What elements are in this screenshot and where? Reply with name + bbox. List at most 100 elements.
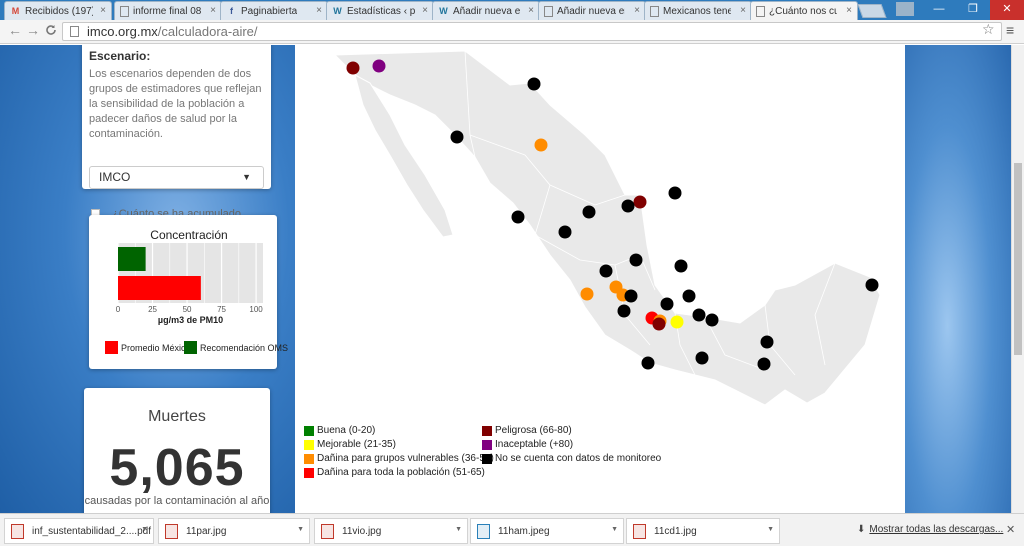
mexico-map[interactable] xyxy=(295,45,905,423)
bar-1 xyxy=(118,276,201,300)
forward-button[interactable]: → xyxy=(24,22,42,38)
chevron-down-icon[interactable]: ▼ xyxy=(455,526,462,533)
download-item[interactable]: 11par.jpg ▼ xyxy=(158,518,310,544)
url-path: /calculadora-aire/ xyxy=(157,24,258,39)
download-item[interactable]: 11vio.jpg ▼ xyxy=(314,518,468,544)
monitoring-station-dot[interactable] xyxy=(624,289,638,303)
map-legend-swatch xyxy=(482,425,492,436)
tab-strip: M Recibidos (197) × informe final 08 × f Pagin… xyxy=(0,0,1024,20)
address-bar[interactable]: imco.org.mx/calculadora-aire/ xyxy=(62,22,1002,41)
download-item[interactable]: inf_sustentabilidad_2....pdf ▼ xyxy=(4,518,154,544)
page-scrollbar[interactable] xyxy=(1011,45,1024,513)
legend-swatch-oms xyxy=(184,341,197,354)
x-tick-label: 50 xyxy=(183,305,192,314)
monitoring-station-dot[interactable] xyxy=(629,253,643,267)
close-tab-icon[interactable]: × xyxy=(210,5,216,16)
tab-label: Añadir nueva e xyxy=(453,5,521,17)
download-filename: 11ham.jpeg xyxy=(498,525,550,537)
show-all-label: Mostrar todas las descargas... xyxy=(869,524,1004,535)
x-tick-label: 0 xyxy=(116,305,121,314)
monitoring-station-dot[interactable] xyxy=(599,264,613,278)
image-icon xyxy=(633,523,646,539)
close-tab-icon[interactable]: × xyxy=(740,5,746,16)
close-downloads-button[interactable]: ✕ xyxy=(1006,523,1015,536)
tab-7[interactable]: ¿Cuánto nos cue × xyxy=(750,1,858,20)
monitoring-station-dot[interactable] xyxy=(346,61,360,75)
monitoring-station-dot[interactable] xyxy=(582,205,596,219)
close-tab-icon[interactable]: × xyxy=(846,5,852,16)
monitoring-station-dot[interactable] xyxy=(641,356,655,370)
monitoring-station-dot[interactable] xyxy=(865,278,879,292)
reload-button[interactable] xyxy=(42,24,60,39)
monitoring-station-dot[interactable] xyxy=(670,315,684,329)
close-window-button[interactable]: ✕ xyxy=(990,0,1024,20)
page-icon xyxy=(70,26,79,37)
monitoring-station-dot[interactable] xyxy=(534,138,548,152)
monitoring-station-dot[interactable] xyxy=(695,351,709,365)
monitoring-station-dot[interactable] xyxy=(450,130,464,144)
tab-3[interactable]: W Estadísticas ‹ pa × xyxy=(326,1,434,20)
minimize-button[interactable]: — xyxy=(922,0,956,20)
downloads-bar: inf_sustentabilidad_2....pdf ▼ 11par.jpg ▼ 1… xyxy=(0,513,1024,546)
monitoring-station-dot[interactable] xyxy=(705,313,719,327)
map-legend-swatch xyxy=(304,439,314,450)
back-button[interactable]: ← xyxy=(6,22,24,38)
show-all-downloads-link[interactable]: ⬇ Mostrar todas las descargas... xyxy=(857,524,1003,535)
monitoring-station-dot[interactable] xyxy=(674,259,688,273)
concentration-chart: 0 25 50 75 100 µg/m3 de PM10 xyxy=(116,243,263,325)
new-tab-button[interactable] xyxy=(857,4,887,18)
tab-4[interactable]: W Añadir nueva e × xyxy=(432,1,540,20)
legend-promedio: Promedio México xyxy=(105,341,191,354)
monitoring-station-dot[interactable] xyxy=(511,210,525,224)
close-tab-icon[interactable]: × xyxy=(528,5,534,16)
close-tab-icon[interactable]: × xyxy=(316,5,322,16)
monitoring-station-dot[interactable] xyxy=(660,297,674,311)
monitoring-station-dot[interactable] xyxy=(692,308,706,322)
map-legend-label: Inaceptable (+80) xyxy=(495,439,574,450)
monitoring-station-dot[interactable] xyxy=(633,195,647,209)
chevron-down-icon[interactable]: ▼ xyxy=(297,526,304,533)
monitoring-station-dot[interactable] xyxy=(621,199,635,213)
monitoring-station-dot[interactable] xyxy=(580,287,594,301)
close-tab-icon[interactable]: × xyxy=(634,5,640,16)
tab-label: Estadísticas ‹ pa xyxy=(347,5,415,17)
monitoring-station-dot[interactable] xyxy=(558,225,572,239)
monitoring-station-dot[interactable] xyxy=(372,59,386,73)
restore-button[interactable]: ❐ xyxy=(956,0,990,20)
scenario-select[interactable]: IMCO ▼ xyxy=(89,166,264,189)
image-icon xyxy=(321,523,334,539)
chevron-down-icon[interactable]: ▼ xyxy=(141,526,148,533)
tab-6[interactable]: Mexicanos tene × xyxy=(644,1,752,20)
tab-0[interactable]: M Recibidos (197) × xyxy=(4,1,112,20)
tab-2[interactable]: f Paginabierta × xyxy=(220,1,328,20)
legend-swatch-promedio xyxy=(105,341,118,354)
bookmark-star-icon[interactable]: ☆ xyxy=(982,21,995,38)
download-item[interactable]: 11cd1.jpg ▼ xyxy=(626,518,780,544)
close-tab-icon[interactable]: × xyxy=(100,5,106,16)
monitoring-station-dot[interactable] xyxy=(682,289,696,303)
chevron-down-icon[interactable]: ▼ xyxy=(767,526,774,533)
facebook-icon: f xyxy=(230,5,233,16)
monitoring-station-dot[interactable] xyxy=(617,304,631,318)
map-legend-swatch xyxy=(304,467,314,478)
monitoring-station-dot[interactable] xyxy=(757,357,771,371)
wordpress-icon: W xyxy=(333,5,342,16)
tab-1[interactable]: informe final 08 × xyxy=(114,1,222,20)
pdf-icon xyxy=(11,523,24,539)
map-land xyxy=(333,50,881,406)
close-tab-icon[interactable]: × xyxy=(422,5,428,16)
tab-5[interactable]: Añadir nueva en × xyxy=(538,1,646,20)
document-icon xyxy=(756,5,765,17)
user-profile-icon[interactable] xyxy=(896,2,914,16)
monitoring-station-dot[interactable] xyxy=(652,317,666,331)
download-item[interactable]: 11ham.jpeg ▼ xyxy=(470,518,624,544)
monitoring-station-dot[interactable] xyxy=(760,335,774,349)
scrollbar-thumb[interactable] xyxy=(1014,163,1022,355)
map-legend-label: Buena (0-20) xyxy=(317,425,376,436)
browser-menu-icon[interactable]: ≡ xyxy=(1006,22,1014,38)
monitoring-station-dot[interactable] xyxy=(527,77,541,91)
map-legend-item: Buena (0-20) xyxy=(304,425,375,436)
chevron-down-icon[interactable]: ▼ xyxy=(611,526,618,533)
map-legend-label: Dañina para grupos vulnerables (36-50) xyxy=(317,453,494,464)
monitoring-station-dot[interactable] xyxy=(668,186,682,200)
